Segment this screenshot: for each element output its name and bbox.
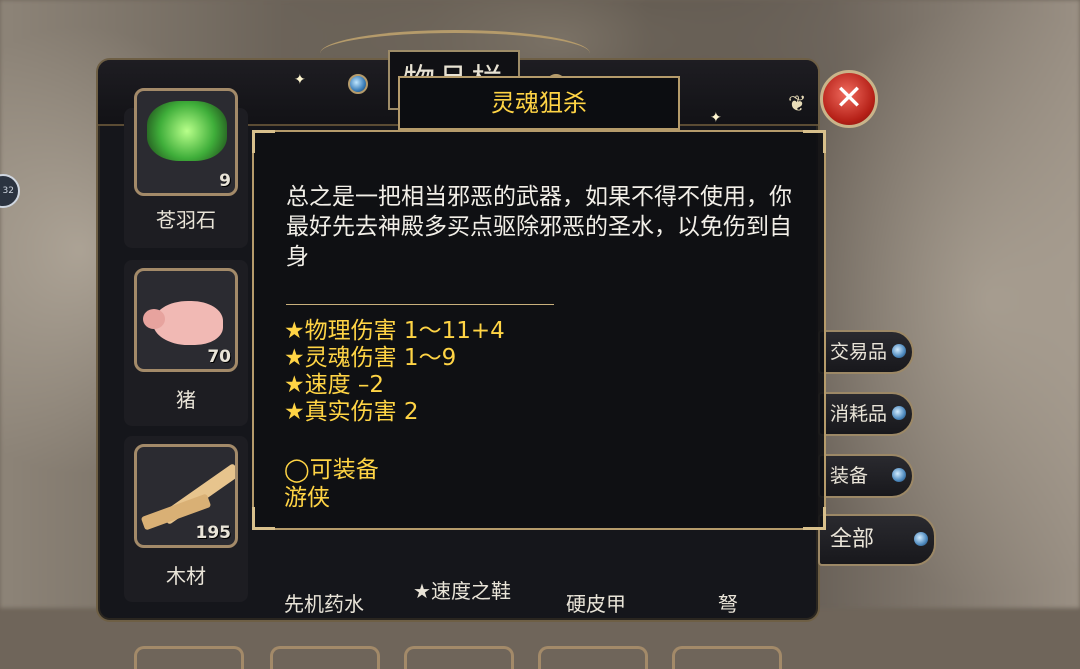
tooltip-divider [286, 304, 554, 305]
inventory-cell[interactable]: 70 猪 [124, 260, 248, 426]
tab-gem-icon [892, 406, 906, 420]
tab-label: 装备 [830, 465, 869, 487]
item-slot[interactable]: 70 [134, 268, 238, 372]
item-quantity: 195 [195, 523, 232, 543]
tooltip-corner [252, 507, 275, 530]
item-quantity: 9 [219, 171, 231, 191]
tab-label: 交易品 [830, 341, 888, 363]
item-slot[interactable] [404, 646, 514, 669]
equip-class: 游侠 [284, 485, 330, 511]
tab-gem-icon [892, 468, 906, 482]
tab-consumables[interactable]: 消耗品 [818, 392, 914, 436]
inventory-cell[interactable]: 9 苍羽石 [124, 88, 248, 248]
close-icon: ✕ [834, 78, 864, 118]
stat-line: ★物理伤害 1～11+4 [284, 318, 505, 344]
item-slot[interactable] [270, 646, 380, 669]
item-name: 硬皮甲 [566, 592, 626, 616]
stat-line: ★速度 –2 [284, 372, 385, 398]
item-description: 总之是一把相当邪恶的武器，如果不得不使用，你最好先去神殿多买点驱除邪恶的圣水，以… [286, 184, 792, 270]
stat-line: ★灵魂伤害 1～9 [284, 345, 457, 371]
tab-gem-icon [914, 532, 928, 546]
inventory-cell[interactable]: 195 木材 [124, 436, 248, 602]
tab-label: 全部 [830, 527, 875, 552]
crest-gem-left [348, 74, 368, 94]
stat-line: ★真实伤害 2 [284, 399, 419, 425]
tab-equipment[interactable]: 装备 [818, 454, 914, 498]
item-name: ★速度之鞋 [413, 579, 511, 603]
item-name: 猪 [176, 388, 196, 412]
tab-label: 消耗品 [830, 403, 888, 425]
item-quantity: 70 [207, 347, 231, 367]
tooltip-corner [252, 130, 275, 153]
item-slot[interactable]: 9 [134, 88, 238, 196]
tab-gem-icon [892, 344, 906, 358]
item-tooltip: 总之是一把相当邪恶的武器，如果不得不使用，你最好先去神殿多买点驱除邪恶的圣水，以… [252, 130, 826, 530]
green-stone-icon [147, 101, 227, 161]
item-name: 弩 [718, 592, 738, 616]
pig-icon [143, 301, 223, 345]
item-name: 木材 [166, 564, 206, 588]
tooltip-corner [803, 507, 826, 530]
item-name: 苍羽石 [156, 208, 216, 232]
item-slot[interactable] [538, 646, 648, 669]
sparkle-icon: ✦ [710, 110, 722, 126]
item-slot[interactable] [672, 646, 782, 669]
tooltip-corner [803, 130, 826, 153]
close-button[interactable]: ✕ [820, 70, 878, 128]
tooltip-title: 灵魂狙杀 [398, 76, 680, 130]
tab-trade-goods[interactable]: 交易品 [818, 330, 914, 374]
item-name: 先机药水 [284, 592, 364, 616]
equip-info: ◯可装备 游侠 [284, 456, 379, 512]
tab-all[interactable]: 全部 [818, 514, 936, 566]
item-slot[interactable]: 195 [134, 444, 238, 548]
equip-status: ◯可装备 [284, 457, 379, 483]
item-slot[interactable] [134, 646, 244, 669]
sparkle-icon: ✦ [294, 72, 306, 88]
bird-ornament-icon: ❦ [788, 92, 807, 117]
item-stats: ★物理伤害 1～11+4 ★灵魂伤害 1～9 ★速度 –2 ★真实伤害 2 [284, 318, 505, 426]
